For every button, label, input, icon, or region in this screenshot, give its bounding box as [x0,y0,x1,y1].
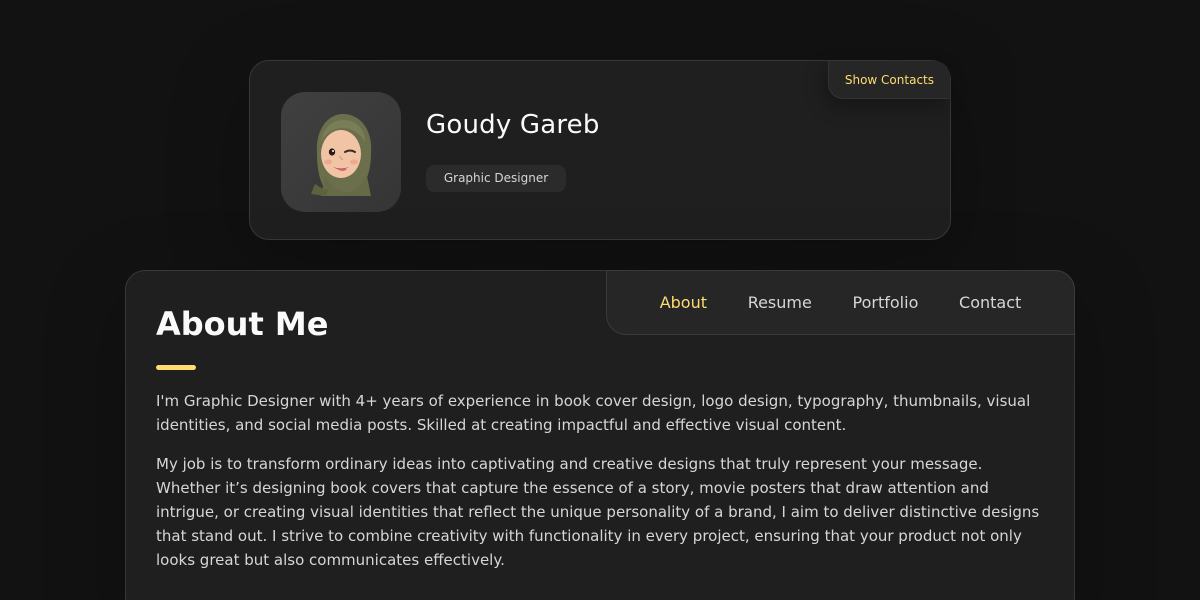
about-text: I'm Graphic Designer with 4+ years of ex… [156,389,1046,587]
avatar [281,92,401,212]
page: Goudy Gareb Graphic Designer Show Contac… [0,0,1200,600]
about-paragraph: My job is to transform ordinary ideas in… [156,455,1040,569]
nav-link-portfolio[interactable]: Portfolio [853,293,919,312]
nav-link-about[interactable]: About [660,293,707,312]
nav-link-resume[interactable]: Resume [748,293,812,312]
title-underline [156,365,196,370]
nav-link-contact[interactable]: Contact [959,293,1021,312]
profile-name: Goudy Gareb [426,110,600,140]
about-paragraph: I'm Graphic Designer with 4+ years of ex… [156,392,1031,434]
profile-title-badge: Graphic Designer [426,165,566,192]
show-contacts-button[interactable]: Show Contacts [827,61,950,99]
profile-card: Goudy Gareb Graphic Designer Show Contac… [249,60,951,240]
avatar-memoji-image [311,114,372,196]
about-card: About Resume Portfolio Contact About Me … [125,270,1075,600]
section-title: About Me [156,305,329,343]
navbar: About Resume Portfolio Contact [606,270,1075,335]
